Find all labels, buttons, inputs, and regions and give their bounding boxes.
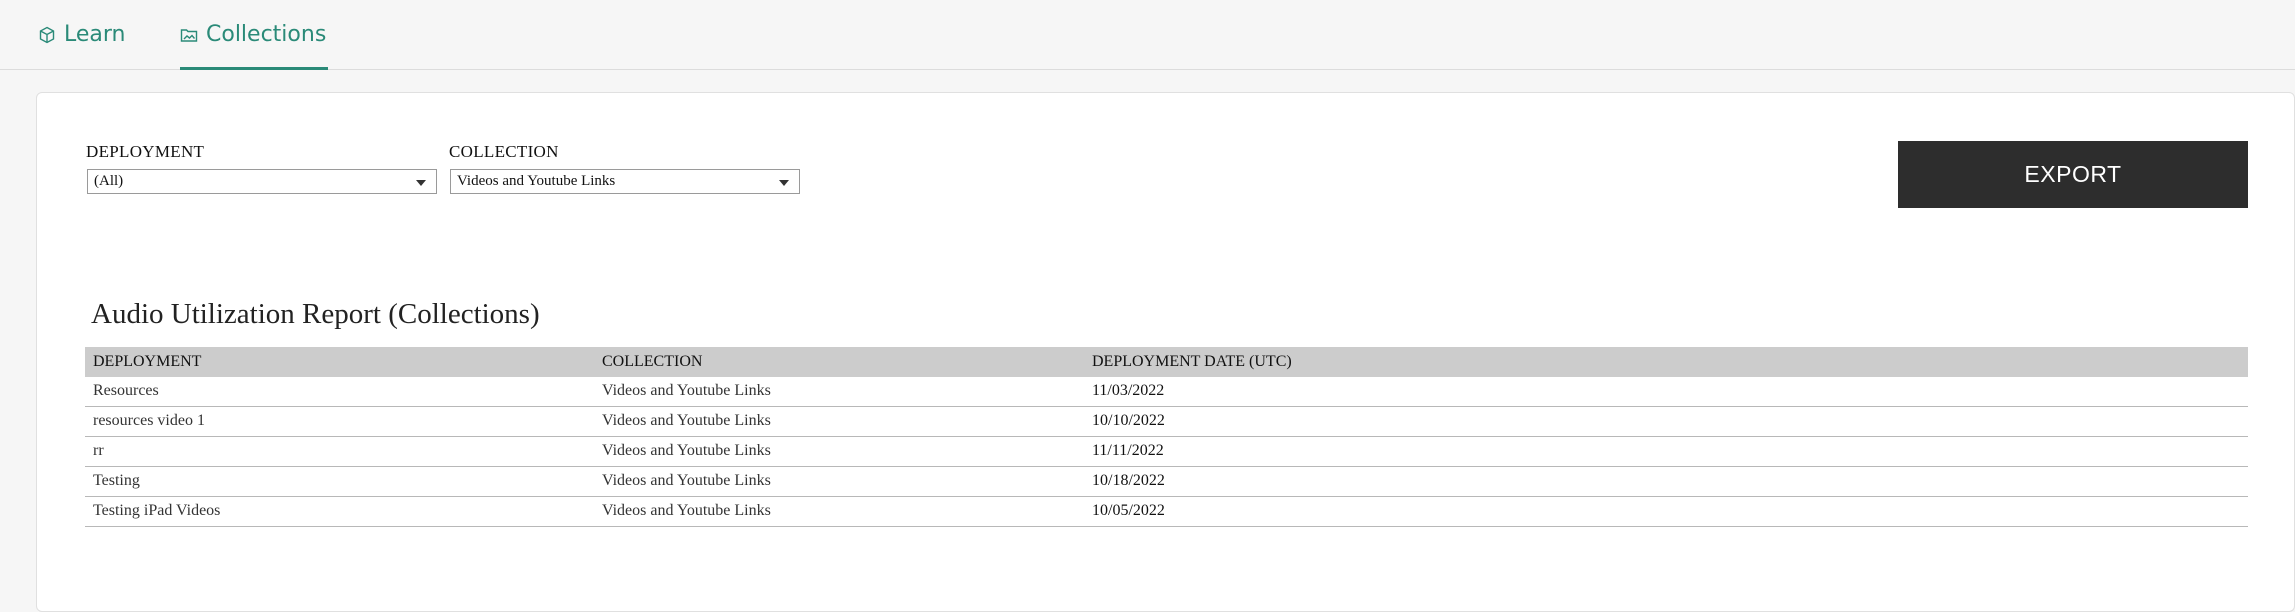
report-table: DEPLOYMENT COLLECTION DEPLOYMENT DATE (U…	[85, 347, 2248, 527]
deployment-select[interactable]: (All)	[87, 169, 437, 194]
tab-bar: Learn Collections	[0, 0, 2295, 70]
column-header-deployment: DEPLOYMENT	[93, 353, 202, 370]
folder-image-icon	[180, 26, 198, 44]
cell-deployment: Resources	[93, 382, 159, 399]
table-row: Resources Videos and Youtube Links 11/03…	[85, 377, 2248, 407]
cell-deployment: rr	[93, 442, 104, 459]
cell-deployment-date: 10/10/2022	[1092, 412, 1165, 429]
cell-deployment-date: 11/11/2022	[1092, 442, 1164, 459]
table-row: resources video 1 Videos and Youtube Lin…	[85, 407, 2248, 437]
table-row: rr Videos and Youtube Links 11/11/2022	[85, 437, 2248, 467]
tab-collections-label: Collections	[206, 22, 327, 47]
collection-filter-label: COLLECTION	[449, 142, 559, 161]
cell-collection: Videos and Youtube Links	[602, 412, 771, 429]
cell-deployment: resources video 1	[93, 412, 205, 429]
cell-deployment-date: 11/03/2022	[1092, 382, 1165, 399]
chevron-down-icon	[416, 180, 426, 186]
column-header-deployment-date: DEPLOYMENT DATE (UTC)	[1092, 353, 1292, 370]
cell-deployment-date: 10/18/2022	[1092, 472, 1165, 489]
export-button[interactable]: EXPORT	[1898, 141, 2248, 208]
deployment-select-value: (All)	[94, 173, 124, 189]
table-row: Testing Videos and Youtube Links 10/18/2…	[85, 467, 2248, 497]
collection-select-value: Videos and Youtube Links	[457, 173, 616, 189]
collection-select[interactable]: Videos and Youtube Links	[450, 169, 800, 194]
cube-icon	[38, 26, 56, 44]
tab-learn[interactable]: Learn	[38, 22, 126, 70]
cell-collection: Videos and Youtube Links	[602, 472, 771, 489]
tab-collections[interactable]: Collections	[180, 22, 329, 70]
cell-collection: Videos and Youtube Links	[602, 442, 771, 459]
table-header: DEPLOYMENT COLLECTION DEPLOYMENT DATE (U…	[85, 347, 2248, 377]
cell-collection: Videos and Youtube Links	[602, 502, 771, 519]
table-row: Testing iPad Videos Videos and Youtube L…	[85, 497, 2248, 527]
report-card: DEPLOYMENT (All) COLLECTION Videos and Y…	[36, 92, 2295, 612]
cell-deployment: Testing iPad Videos	[93, 502, 221, 519]
cell-deployment-date: 10/05/2022	[1092, 502, 1165, 519]
column-header-collection: COLLECTION	[602, 353, 703, 370]
deployment-filter-label: DEPLOYMENT	[86, 142, 205, 161]
cell-collection: Videos and Youtube Links	[602, 382, 771, 399]
report-title: Audio Utilization Report (Collections)	[91, 298, 540, 330]
tab-learn-label: Learn	[64, 22, 126, 47]
chevron-down-icon	[779, 180, 789, 186]
cell-deployment: Testing	[93, 472, 140, 489]
